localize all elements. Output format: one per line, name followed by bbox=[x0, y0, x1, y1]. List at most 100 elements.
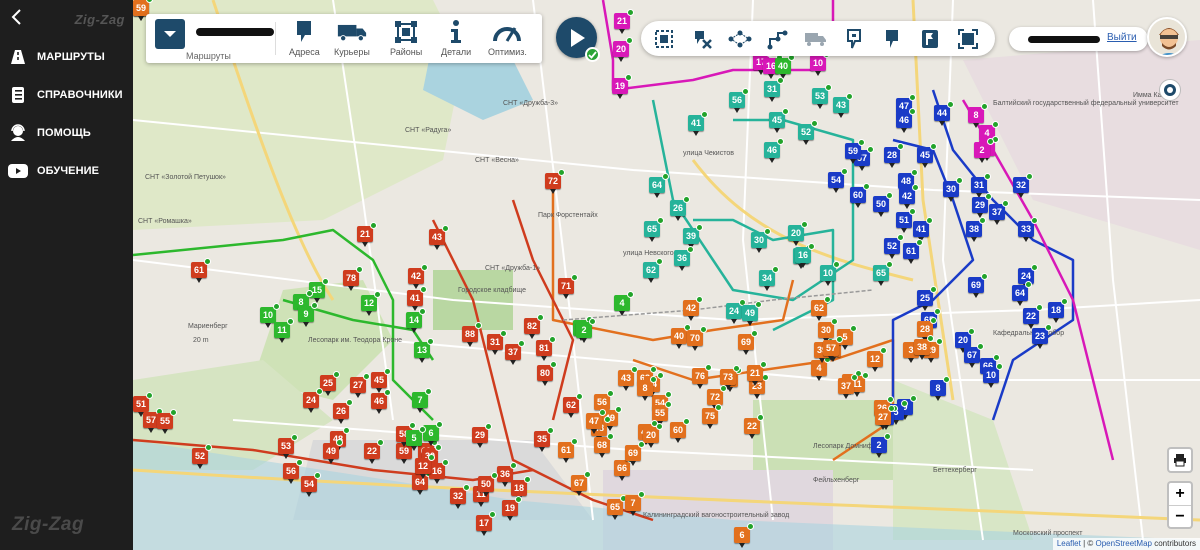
route-stop-marker[interactable]: 21 bbox=[747, 361, 767, 386]
route-stop-marker[interactable]: 19 bbox=[612, 74, 632, 99]
route-stop-marker[interactable]: 45 bbox=[769, 108, 789, 133]
route-stop-marker[interactable]: 26 bbox=[670, 196, 690, 221]
route-stop-marker[interactable]: 30 bbox=[818, 318, 838, 343]
route-stop-marker[interactable]: 41 bbox=[913, 217, 933, 242]
route-graph-icon[interactable] bbox=[727, 26, 753, 52]
route-stop-marker[interactable]: 12 bbox=[867, 347, 887, 372]
route-stop-marker[interactable]: 44 bbox=[934, 101, 954, 126]
route-stop-marker[interactable]: 31 bbox=[764, 77, 784, 102]
route-stop-marker[interactable]: 36 bbox=[674, 246, 694, 271]
route-stop-marker[interactable]: 76 bbox=[692, 364, 712, 389]
route-stop-marker[interactable]: 46 bbox=[764, 138, 784, 163]
route-stop-marker[interactable]: 7 bbox=[625, 491, 645, 516]
route-stop-marker[interactable]: 37 bbox=[838, 374, 858, 399]
route-stop-marker[interactable]: 68 bbox=[594, 433, 614, 458]
map-canvas[interactable]: СНТ «Радуга» СНТ «Весна» СНТ «Дружба-1» СНТ… bbox=[133, 0, 1200, 550]
route-stop-marker[interactable]: 30 bbox=[943, 177, 963, 202]
route-stop-marker[interactable]: 62 bbox=[643, 258, 663, 283]
route-stop-marker[interactable]: 52 bbox=[884, 234, 904, 259]
route-stop-marker[interactable]: 2 bbox=[974, 138, 994, 163]
route-stop-marker[interactable]: 70 bbox=[687, 326, 707, 351]
route-stop-marker[interactable]: 27 bbox=[350, 373, 370, 398]
route-stop-marker[interactable]: 57 bbox=[823, 336, 843, 361]
route-stop-marker[interactable]: 37 bbox=[505, 340, 525, 365]
route-stop-marker[interactable]: 40 bbox=[775, 54, 795, 79]
route-stop-marker[interactable]: 17 bbox=[476, 511, 496, 536]
route-stop-marker[interactable]: 60 bbox=[850, 183, 870, 208]
logout-link[interactable]: Выйти bbox=[1107, 32, 1137, 43]
route-stop-marker[interactable]: 72 bbox=[707, 385, 727, 410]
route-stop-marker[interactable]: 60 bbox=[670, 418, 690, 443]
route-stop-marker[interactable]: 10 bbox=[810, 51, 830, 76]
route-stop-marker[interactable]: 25 bbox=[917, 286, 937, 311]
pin-filled-icon[interactable] bbox=[879, 26, 905, 52]
route-stop-marker[interactable]: 66 bbox=[614, 456, 634, 481]
route-stop-marker[interactable]: 31 bbox=[971, 173, 991, 198]
sidebar-item-training[interactable]: ОБУЧЕНИЕ bbox=[8, 159, 130, 183]
pin-outline-icon[interactable] bbox=[841, 26, 867, 52]
route-stop-marker[interactable]: 56 bbox=[729, 88, 749, 113]
route-stop-marker[interactable]: 20 bbox=[613, 37, 633, 62]
route-stop-marker[interactable]: 40 bbox=[671, 324, 691, 349]
route-stop-marker[interactable]: 31 bbox=[487, 330, 507, 355]
zoom-in-button[interactable]: + bbox=[1169, 483, 1191, 505]
route-stop-marker[interactable]: 4 bbox=[614, 291, 634, 316]
route-stop-marker[interactable]: 62 bbox=[811, 296, 831, 321]
route-stop-marker[interactable]: 55 bbox=[652, 401, 672, 426]
route-stop-marker[interactable]: 18 bbox=[511, 476, 531, 501]
route-stop-marker[interactable]: 13 bbox=[414, 338, 434, 363]
route-stop-marker[interactable]: 46 bbox=[371, 389, 391, 414]
route-stop-marker[interactable]: 24 bbox=[303, 388, 323, 413]
route-stop-marker[interactable]: 21 bbox=[614, 9, 634, 34]
route-stop-marker[interactable]: 71 bbox=[558, 274, 578, 299]
route-stop-marker[interactable]: 35 bbox=[534, 427, 554, 452]
route-stop-marker[interactable]: 43 bbox=[833, 93, 853, 118]
route-stop-marker[interactable]: 14 bbox=[406, 308, 426, 333]
route-stop-marker[interactable]: 34 bbox=[759, 266, 779, 291]
route-stop-marker[interactable]: 55 bbox=[157, 409, 177, 434]
route-stop-marker[interactable]: 21 bbox=[357, 222, 377, 247]
route-stop-marker[interactable]: 12 bbox=[415, 454, 435, 479]
optimize-button[interactable]: Оптимиз. bbox=[488, 19, 527, 61]
route-stop-marker[interactable]: 64 bbox=[1012, 281, 1032, 306]
route-stop-marker[interactable]: 52 bbox=[798, 120, 818, 145]
avatar[interactable] bbox=[1147, 17, 1187, 57]
route-stop-marker[interactable]: 33 bbox=[1018, 217, 1038, 242]
route-stop-marker[interactable]: 20 bbox=[643, 423, 663, 448]
route-stop-marker[interactable]: 20 bbox=[955, 328, 975, 353]
route-stop-marker[interactable]: 65 bbox=[644, 217, 664, 242]
addresses-button[interactable]: Адреса bbox=[289, 19, 320, 61]
route-stop-marker[interactable]: 81 bbox=[536, 336, 556, 361]
details-button[interactable]: Детали bbox=[441, 19, 471, 61]
route-stop-marker[interactable]: 10 bbox=[820, 261, 840, 286]
districts-button[interactable]: Районы bbox=[390, 19, 422, 61]
sidebar-item-routes[interactable]: МАРШРУТЫ bbox=[8, 45, 130, 69]
route-stop-marker[interactable]: 52 bbox=[192, 444, 212, 469]
route-stop-marker[interactable]: 32 bbox=[1013, 173, 1033, 198]
flag-icon[interactable] bbox=[917, 26, 943, 52]
route-stop-marker[interactable]: 41 bbox=[688, 111, 708, 136]
route-path-icon[interactable] bbox=[765, 26, 791, 52]
route-stop-marker[interactable]: 6 bbox=[734, 523, 754, 548]
sidebar-item-directories[interactable]: СПРАВОЧНИКИ bbox=[8, 83, 130, 107]
route-stop-marker[interactable]: 9 bbox=[298, 302, 318, 327]
route-stop-marker[interactable]: 41 bbox=[407, 286, 427, 311]
route-stop-marker[interactable]: 61 bbox=[191, 258, 211, 283]
route-stop-marker[interactable]: 2 bbox=[576, 318, 596, 343]
route-stop-marker[interactable]: 12 bbox=[361, 291, 381, 316]
route-stop-marker[interactable]: 54 bbox=[301, 472, 321, 497]
osm-link[interactable]: OpenStreetMap bbox=[1095, 539, 1151, 548]
route-stop-marker[interactable]: 22 bbox=[1023, 304, 1043, 329]
route-stop-marker[interactable]: 42 bbox=[408, 264, 428, 289]
couriers-button[interactable]: Курьеры bbox=[334, 19, 370, 61]
route-stop-marker[interactable]: 8 bbox=[637, 376, 657, 401]
route-stop-marker[interactable]: 50 bbox=[478, 472, 498, 497]
route-stop-marker[interactable]: 65 bbox=[873, 261, 893, 286]
remove-points-icon[interactable] bbox=[689, 26, 715, 52]
route-stop-marker[interactable]: 45 bbox=[371, 368, 391, 393]
route-stop-marker[interactable]: 10 bbox=[983, 363, 1003, 388]
select-area-icon[interactable] bbox=[651, 26, 677, 52]
route-stop-marker[interactable]: 53 bbox=[278, 434, 298, 459]
zoom-out-button[interactable]: − bbox=[1169, 505, 1191, 527]
route-stop-marker[interactable]: 69 bbox=[738, 330, 758, 355]
